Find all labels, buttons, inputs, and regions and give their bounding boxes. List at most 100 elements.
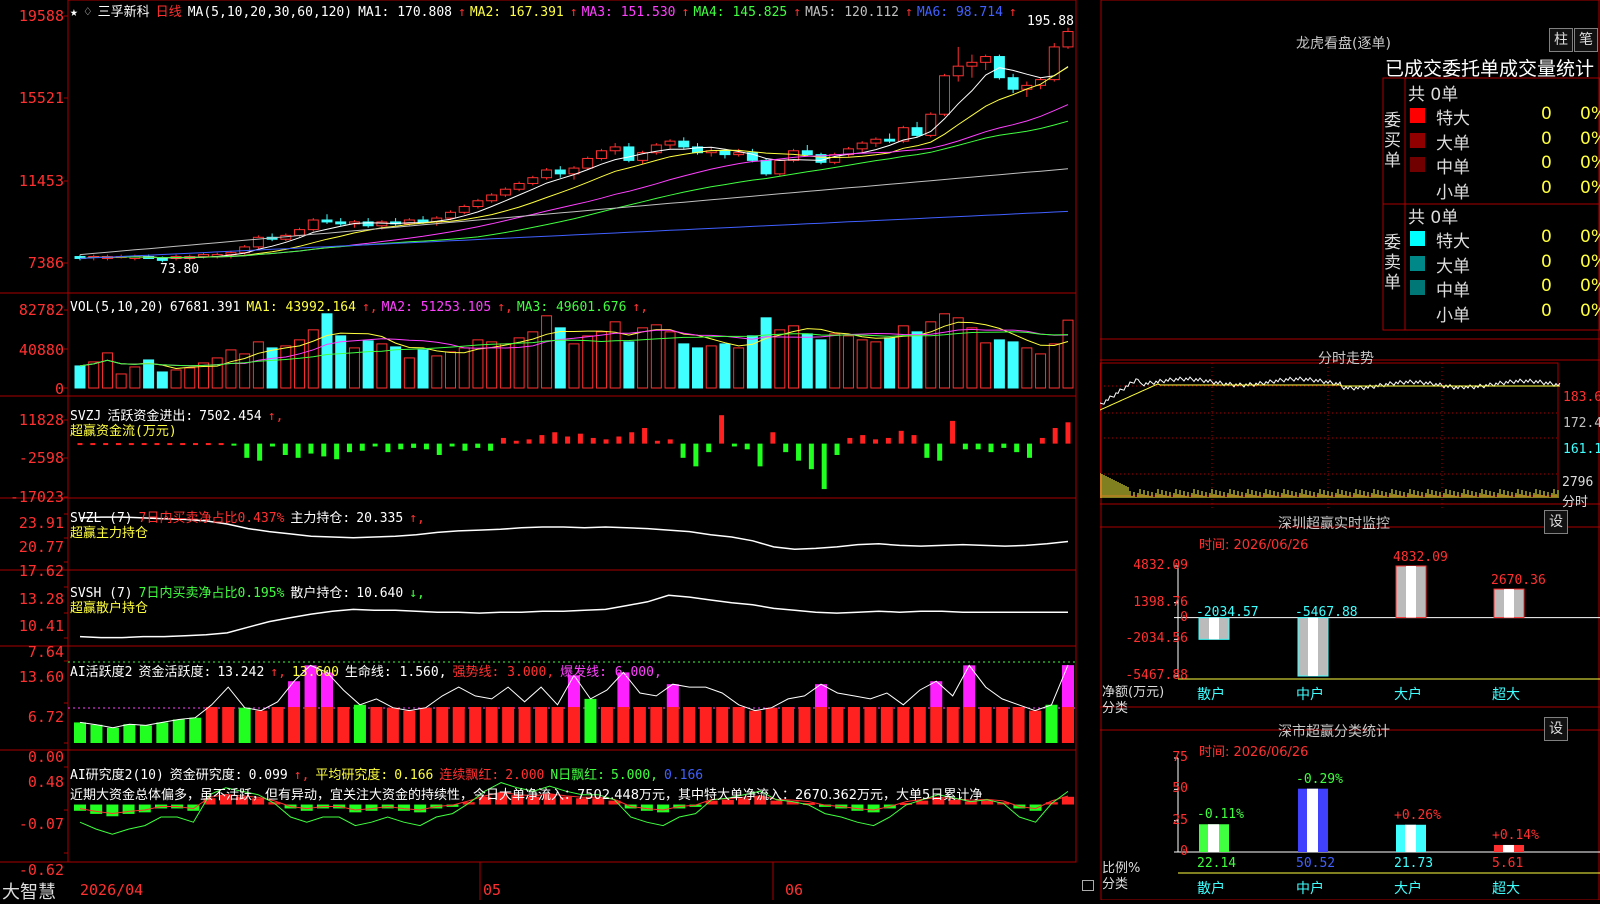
lock-icon[interactable] <box>1082 880 1094 891</box>
buy-count-0: 0 <box>1541 104 1552 124</box>
column-mode-button[interactable]: 柱 <box>1549 28 1573 52</box>
vol-axis-label-0: 82782 <box>18 301 64 319</box>
svzj-sub-label: 超赢资金流(万元) <box>70 424 177 439</box>
ai1-bar-35 <box>650 707 663 743</box>
price-axis-label-1: 15521 <box>18 89 64 107</box>
brand-label: 大智慧 <box>2 882 56 903</box>
svzj-bar-54 <box>770 432 776 444</box>
ai2-nday: N日飘红: <box>550 768 606 783</box>
period-label[interactable]: 日线 <box>156 5 182 20</box>
flag-icon[interactable]: ♢ <box>84 5 92 20</box>
ai1-panel-title: AI活跃度2 资金活跃度: 13.242 ↑, 13.600 生命线: 1.560, 强势线… <box>70 661 668 680</box>
vol-panel-title: VOL(5,10,20) 67681.391 MA1: 43992.164 ↑, MA2… <box>70 300 658 315</box>
ai2-bar-1 <box>90 804 103 814</box>
svzj-bar-5 <box>141 443 147 446</box>
vol-bar-8 <box>184 367 196 389</box>
ai2-comment: 近期大资金总体偏多，虽不活跃，但有异动，宜关注大资金的持续性，今日大单净流入：7… <box>70 788 983 803</box>
svzj-bar-65 <box>911 435 917 444</box>
cls-cat-3: 超大 <box>1492 881 1520 897</box>
buy-count-3: 0 <box>1541 177 1552 198</box>
svzj-bar-15 <box>269 443 275 447</box>
vol-bar-42 <box>650 324 662 389</box>
ma-value-2: MA3: 151.530 <box>581 5 676 20</box>
svzj-bar-59 <box>834 443 840 455</box>
buy-swatch-0 <box>1410 108 1425 123</box>
vol-bar-16 <box>294 339 306 389</box>
ai1-bar-1 <box>90 724 103 743</box>
ai1-bar-0 <box>74 722 86 743</box>
buy-total: 共 0单 <box>1408 85 1459 105</box>
svzj-bar-34 <box>513 440 519 444</box>
svzj-bar-63 <box>885 437 891 444</box>
svzj-bar-12 <box>231 443 237 446</box>
intraday-avg-line <box>1100 383 1560 411</box>
svsh-line <box>79 594 1068 639</box>
svzj-bar-23 <box>372 443 378 447</box>
lhb-title: 龙虎看盘(逐单) <box>1296 36 1391 52</box>
cls-axis-label-2: 25 <box>1172 812 1188 828</box>
svzj-bar-76 <box>1052 427 1058 444</box>
ai1-bar-2 <box>106 727 119 743</box>
svsh-axis-label-1: 10.41 <box>18 617 64 635</box>
sz-axis-label-1: 1398.76 <box>1133 594 1188 610</box>
svzl-sub-label: 超赢主力持仓 <box>70 526 149 541</box>
vol-axis-label-2: 0 <box>54 380 64 398</box>
svzj-bar-41 <box>603 439 609 444</box>
vol-value: 67681.391 <box>169 300 241 315</box>
svzj-bar-10 <box>205 443 211 446</box>
ai2-label: AI研究度2(10) <box>70 768 164 783</box>
ai1-bar-52 <box>930 707 943 743</box>
vol-bar-64 <box>952 317 964 389</box>
svzj-bar-62 <box>873 439 879 444</box>
ai1-label: AI活跃度2 <box>70 665 133 680</box>
buy-swatch-1 <box>1410 132 1425 148</box>
ai1-bar-top-13 <box>288 681 301 707</box>
cls-settings-button[interactable]: 设 <box>1544 717 1568 741</box>
vol-bar-46 <box>705 345 717 389</box>
sell-name-2: 中单 <box>1436 281 1470 301</box>
vol-bar-26 <box>431 355 443 389</box>
main-chart-area[interactable]: ★ ♢ 三孚新科 日线 MA(5,10,20,30,60,120) MA1: 170.80… <box>0 0 1100 903</box>
ai2-axis-label-2: -0.62 <box>18 861 64 879</box>
buy-name-2: 中单 <box>1436 158 1470 178</box>
sz-cat-2: 大户 <box>1394 687 1422 703</box>
candle-body-29 <box>472 200 484 208</box>
buy-name-0: 特大 <box>1436 109 1470 129</box>
vol-bar-23 <box>390 346 402 389</box>
date-label-jun: 06 <box>785 881 804 899</box>
candle-body-37 <box>582 157 594 169</box>
candle-body-68 <box>1007 77 1019 90</box>
vol-bar-25 <box>417 349 429 389</box>
ai1-bar-25 <box>485 707 498 743</box>
sz-settings-button[interactable]: 设 <box>1544 510 1568 534</box>
ai1-bar-28 <box>535 707 548 743</box>
tick-mode-button[interactable]: 笔 <box>1574 28 1598 52</box>
ai1-bar-56 <box>996 707 1009 743</box>
ai1-bar-8 <box>205 707 218 743</box>
vol-bar-72 <box>1062 319 1074 389</box>
intraday-title[interactable]: 分时走势 <box>1318 348 1374 368</box>
ai2-value: 0.099 <box>248 768 288 783</box>
order-stats-title[interactable]: 已成交委托单成交量统计 <box>1385 54 1594 81</box>
ma-arrow-5: ↑ <box>1008 5 1017 20</box>
svzj-bar-21 <box>346 443 352 453</box>
svzj-bar-20 <box>334 443 340 460</box>
svzj-bar-74 <box>1027 443 1033 458</box>
ai2-bar-36 <box>657 804 670 813</box>
svzj-bar-31 <box>475 443 481 448</box>
ai1-bar-42 <box>765 707 778 743</box>
stock-name[interactable]: 三孚新科 <box>98 5 150 20</box>
vol-bar-38 <box>595 331 607 389</box>
sell-pct-3: 0% <box>1580 300 1600 321</box>
candle-body-6 <box>156 257 168 261</box>
star-icon[interactable]: ★ <box>70 5 78 20</box>
buy-count-1: 0 <box>1541 128 1552 149</box>
ai1-bar-26 <box>502 707 515 743</box>
ai1-bar-50 <box>897 707 910 743</box>
vol-ma-value-1: MA2: 51253.105 <box>381 300 492 315</box>
svzj-bar-55 <box>783 443 789 453</box>
ai1-bar-22 <box>436 707 449 743</box>
candle-body-51 <box>774 159 786 175</box>
sz-cat-3: 超大 <box>1492 687 1520 703</box>
candle-body-17 <box>307 219 319 231</box>
